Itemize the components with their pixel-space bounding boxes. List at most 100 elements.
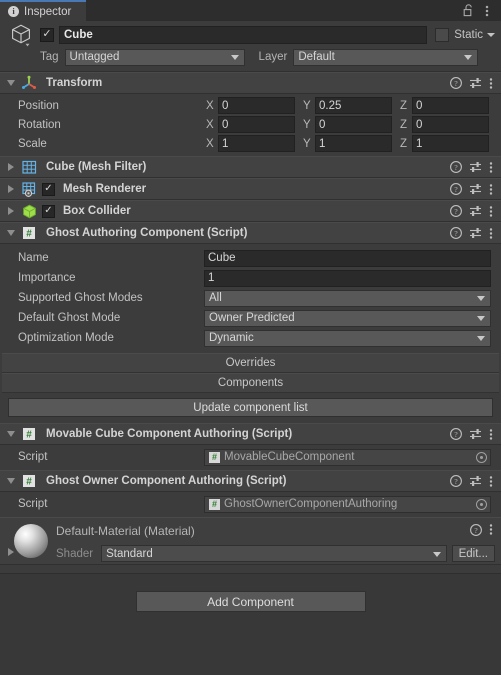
preset-sliders-icon[interactable] bbox=[469, 205, 482, 217]
kebab-menu-icon[interactable] bbox=[489, 523, 493, 536]
tab-bar-actions bbox=[460, 0, 501, 21]
foldout-ghost-authoring[interactable] bbox=[4, 230, 18, 236]
add-component-button[interactable]: Add Component bbox=[135, 591, 366, 612]
preset-sliders-icon[interactable] bbox=[469, 475, 482, 487]
kebab-menu-icon[interactable] bbox=[489, 428, 493, 441]
help-icon[interactable]: ? bbox=[450, 183, 462, 195]
rotation-vector3: X 0 Y 0 Z 0 bbox=[204, 116, 501, 133]
position-x-input[interactable]: 0 bbox=[218, 97, 295, 114]
ghost-name-input[interactable]: Cube bbox=[204, 249, 491, 267]
component-title-box-collider: Box Collider bbox=[63, 205, 131, 217]
kebab-menu-icon[interactable] bbox=[489, 183, 493, 196]
kebab-menu-icon[interactable] bbox=[489, 227, 493, 240]
scale-vector3: X 1 Y 1 Z 1 bbox=[204, 135, 501, 152]
mesh-renderer-icon bbox=[20, 181, 38, 197]
position-z-input[interactable]: 0 bbox=[412, 97, 489, 114]
info-icon: i bbox=[8, 6, 19, 17]
static-dropdown-arrow-icon[interactable] bbox=[487, 32, 495, 37]
scale-x-input[interactable]: 1 bbox=[218, 135, 295, 152]
gameobject-name-row: ✓ Cube Static bbox=[6, 24, 495, 46]
gameobject-name-input[interactable]: Cube bbox=[59, 25, 428, 44]
help-icon[interactable]: ? bbox=[450, 161, 462, 173]
help-icon[interactable]: ? bbox=[470, 523, 482, 536]
axis-label-z: Z bbox=[400, 118, 408, 131]
ghost-name-label: Name bbox=[18, 252, 49, 264]
rotation-x-input[interactable]: 0 bbox=[218, 116, 295, 133]
ghost-supported-modes-label: Supported Ghost Modes bbox=[18, 292, 143, 304]
axis-label-y: Y bbox=[303, 137, 311, 150]
kebab-menu-icon[interactable] bbox=[489, 77, 493, 90]
shader-dropdown[interactable]: Standard bbox=[101, 545, 447, 562]
help-icon[interactable]: ? bbox=[450, 205, 462, 217]
ghost-supported-modes-dropdown[interactable]: All bbox=[204, 289, 491, 307]
tab-inspector[interactable]: i Inspector bbox=[0, 0, 86, 21]
kebab-menu-icon[interactable] bbox=[479, 3, 495, 19]
kebab-menu-icon[interactable] bbox=[489, 475, 493, 488]
component-header-mesh-renderer[interactable]: ✓ Mesh Renderer ? bbox=[0, 178, 501, 200]
component-header-box-collider[interactable]: ✓ Box Collider ? bbox=[0, 200, 501, 222]
material-header-actions: ? bbox=[470, 523, 501, 536]
components-foldout[interactable]: Components bbox=[2, 373, 499, 393]
ghost-owner-script-row: Script # GhostOwnerComponentAuthoring bbox=[0, 494, 501, 514]
transform-rotation-row: Rotation X 0 Y 0 Z 0 bbox=[0, 115, 501, 134]
help-icon[interactable]: ? bbox=[450, 77, 462, 89]
foldout-transform[interactable] bbox=[4, 80, 18, 86]
rotation-y-input[interactable]: 0 bbox=[315, 116, 392, 133]
component-header-mesh-filter[interactable]: Cube (Mesh Filter) ? bbox=[0, 156, 501, 178]
movable-cube-script-field[interactable]: # MovableCubeComponent bbox=[204, 448, 491, 466]
component-header-ghost-owner[interactable]: # Ghost Owner Component Authoring (Scrip… bbox=[0, 470, 501, 492]
gameobject-enabled-checkbox[interactable]: ✓ bbox=[40, 27, 54, 42]
help-icon[interactable]: ? bbox=[450, 475, 462, 487]
scale-y-input[interactable]: 1 bbox=[315, 135, 392, 152]
foldout-movable-cube[interactable] bbox=[4, 431, 18, 437]
svg-text:?: ? bbox=[454, 207, 458, 216]
tag-dropdown[interactable]: Untagged bbox=[64, 48, 245, 66]
preset-sliders-icon[interactable] bbox=[469, 428, 482, 440]
component-header-transform[interactable]: Transform ? bbox=[0, 72, 501, 94]
add-component-section: Add Component bbox=[0, 574, 501, 612]
foldout-mesh-renderer[interactable] bbox=[4, 185, 18, 193]
chevron-down-icon bbox=[477, 296, 485, 301]
scale-z-input[interactable]: 1 bbox=[412, 135, 489, 152]
help-icon[interactable]: ? bbox=[450, 428, 462, 440]
overrides-foldout[interactable]: Overrides bbox=[2, 353, 499, 373]
ghost-field-optimization-mode: Optimization Mode Dynamic bbox=[0, 328, 501, 348]
padlock-unlocked-icon[interactable] bbox=[460, 3, 476, 19]
component-header-movable-cube[interactable]: # Movable Cube Component Authoring (Scri… bbox=[0, 423, 501, 445]
ghost-authoring-body: Name Cube Importance 1 Supported Ghost M… bbox=[0, 244, 501, 423]
static-checkbox[interactable] bbox=[435, 27, 450, 42]
update-component-list-button[interactable]: Update component list bbox=[8, 398, 493, 417]
help-icon[interactable]: ? bbox=[450, 227, 462, 239]
component-title-ghost-owner: Ghost Owner Component Authoring (Script) bbox=[46, 475, 287, 487]
foldout-ghost-owner[interactable] bbox=[4, 478, 18, 484]
preset-sliders-icon[interactable] bbox=[469, 183, 482, 195]
mesh-renderer-enabled-checkbox[interactable]: ✓ bbox=[42, 182, 55, 196]
position-y-input[interactable]: 0.25 bbox=[315, 97, 392, 114]
rotation-z-input[interactable]: 0 bbox=[412, 116, 489, 133]
script-icon: # bbox=[209, 498, 220, 510]
box-collider-icon bbox=[20, 203, 38, 219]
movable-cube-script-label: Script bbox=[18, 451, 48, 463]
shader-value: Standard bbox=[106, 547, 153, 560]
preset-sliders-icon[interactable] bbox=[469, 161, 482, 173]
foldout-mesh-filter[interactable] bbox=[4, 163, 18, 171]
object-picker-icon[interactable] bbox=[476, 498, 487, 510]
chevron-down-icon bbox=[432, 551, 441, 557]
box-collider-enabled-checkbox[interactable]: ✓ bbox=[42, 204, 55, 218]
ghost-default-mode-dropdown[interactable]: Owner Predicted bbox=[204, 309, 491, 327]
foldout-box-collider[interactable] bbox=[4, 207, 18, 215]
preset-sliders-icon[interactable] bbox=[469, 77, 482, 89]
gameobject-tag-layer-row: Tag Untagged Layer Default bbox=[6, 48, 495, 66]
ghost-optimization-mode-dropdown[interactable]: Dynamic bbox=[204, 329, 491, 347]
preset-sliders-icon[interactable] bbox=[469, 227, 482, 239]
layer-dropdown[interactable]: Default bbox=[293, 48, 479, 66]
shader-edit-button[interactable]: Edit... bbox=[451, 545, 495, 562]
ghost-owner-script-field[interactable]: # GhostOwnerComponentAuthoring bbox=[204, 495, 491, 513]
object-picker-icon[interactable] bbox=[476, 451, 487, 463]
component-header-ghost-authoring[interactable]: # Ghost Authoring Component (Script) ? bbox=[0, 222, 501, 244]
ghost-importance-input[interactable]: 1 bbox=[204, 269, 491, 287]
kebab-menu-icon[interactable] bbox=[489, 161, 493, 174]
kebab-menu-icon[interactable] bbox=[489, 205, 493, 218]
ghost-owner-script-label: Script bbox=[18, 498, 48, 510]
cube-outline-icon bbox=[8, 22, 34, 48]
